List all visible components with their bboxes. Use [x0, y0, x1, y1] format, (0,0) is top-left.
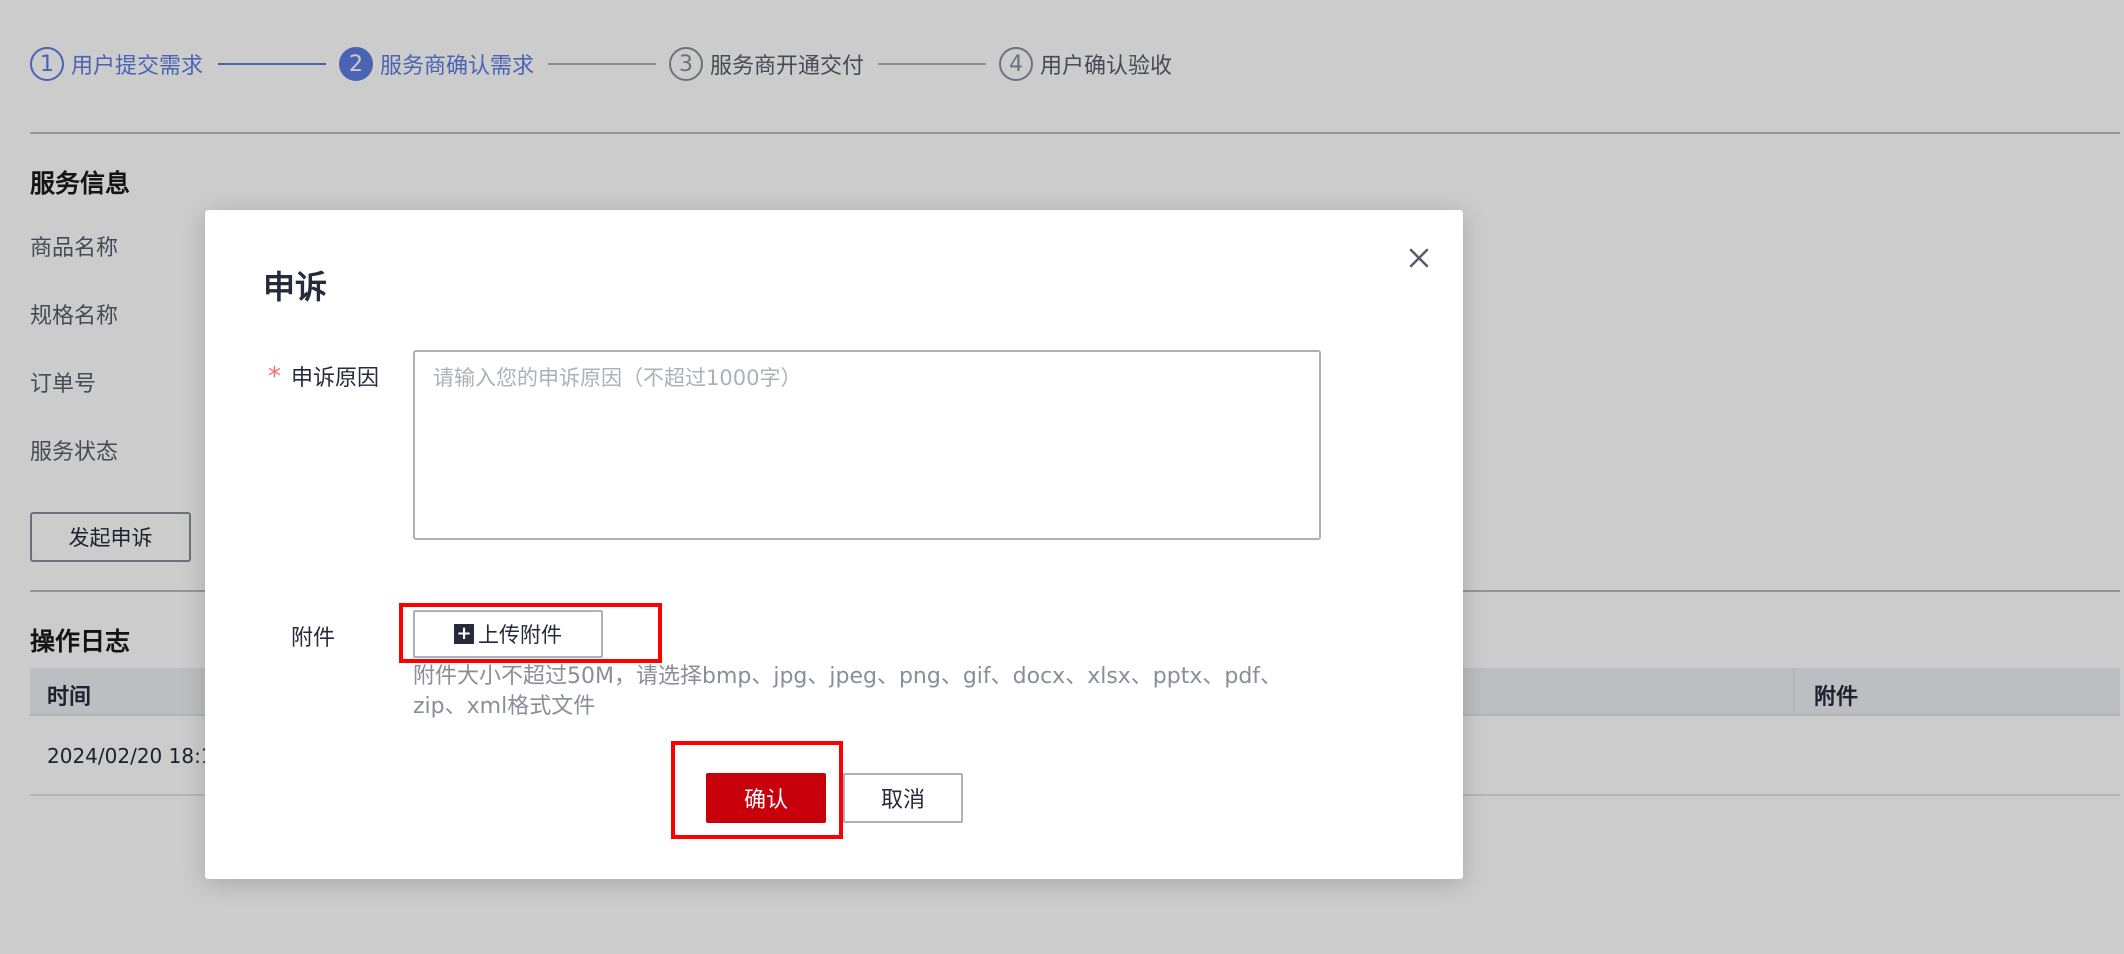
highlight-box-upload [399, 603, 662, 663]
appeal-dialog: 申诉 * 申诉原因 附件 + 上传附件 附件大小不超过50M，请选择bmp、jp… [205, 210, 1463, 879]
dialog-title: 申诉 [263, 268, 328, 306]
appeal-reason-label: 申诉原因 [291, 366, 380, 391]
attachment-hint: 附件大小不超过50M，请选择bmp、jpg、jpeg、png、gif、docx、… [413, 664, 1283, 719]
highlight-box-confirm [671, 741, 843, 839]
close-icon [1409, 248, 1429, 268]
appeal-reason-input[interactable] [413, 350, 1321, 540]
required-mark: * [268, 362, 281, 392]
cancel-button[interactable]: 取消 [843, 773, 963, 823]
attachment-label: 附件 [291, 626, 336, 651]
close-button[interactable] [1403, 242, 1435, 274]
